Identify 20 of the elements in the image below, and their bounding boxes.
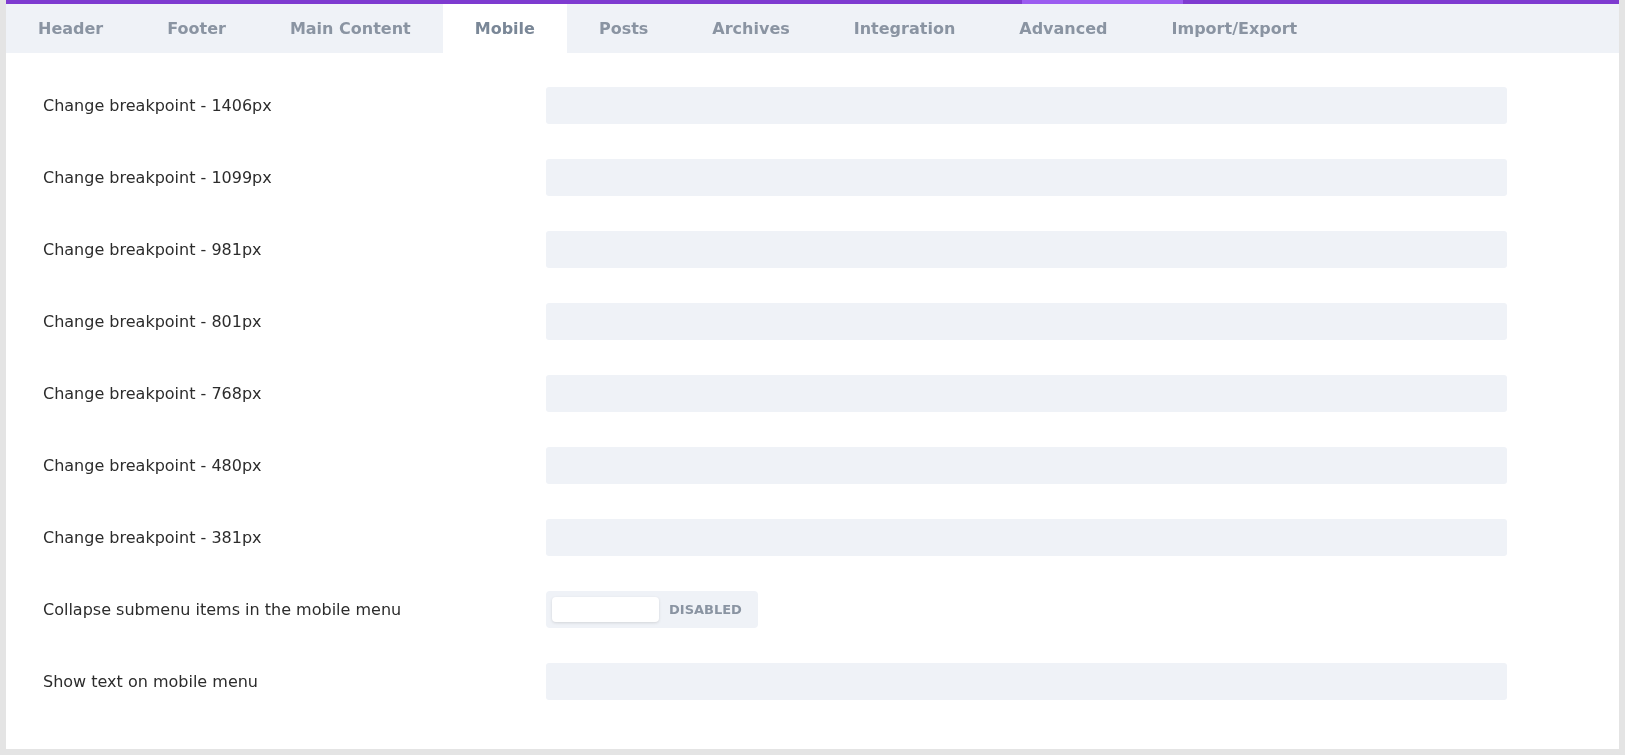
setting-label: Change breakpoint - 1099px <box>43 168 273 187</box>
tab[interactable]: Archives <box>680 4 822 53</box>
setting-label: Change breakpoint - 381px <box>43 528 263 547</box>
toggle-switch[interactable]: DISABLED <box>546 591 758 628</box>
tab[interactable]: Posts <box>566 4 681 53</box>
tab[interactable]: Advanced <box>987 4 1140 53</box>
setting-label: Change breakpoint - 768px <box>43 384 263 403</box>
tab[interactable]: Import/Export <box>1139 4 1330 53</box>
tab[interactable]: Integration <box>821 4 988 53</box>
tab[interactable]: Footer <box>135 4 258 53</box>
setting-label: Change breakpoint - 801px <box>43 312 263 331</box>
tab[interactable]: Header <box>6 4 136 53</box>
setting-label: Change breakpoint - 480px <box>43 456 263 475</box>
toggle-state-label: DISABLED <box>669 602 742 617</box>
tab[interactable]: Main Content <box>257 4 443 53</box>
tab[interactable]: Mobile <box>442 4 567 53</box>
setting-label: Change breakpoint - 1406px <box>43 96 273 115</box>
setting-label: Collapse submenu items in the mobile menu <box>43 600 403 619</box>
setting-label: Change breakpoint - 981px <box>43 240 263 259</box>
setting-label: Show text on mobile menu <box>43 672 259 691</box>
